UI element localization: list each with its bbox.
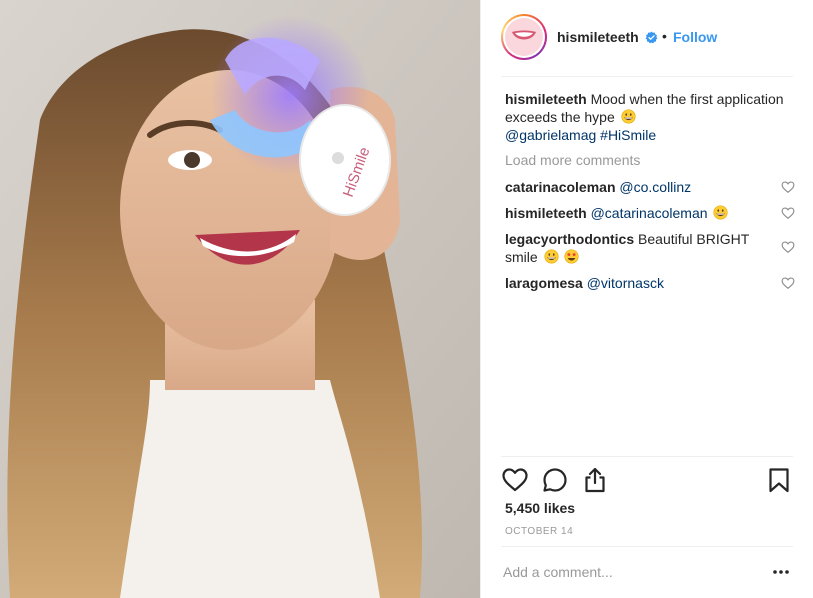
comment-like-heart-icon[interactable] [781,206,795,220]
grinning-emoji-icon [713,205,728,220]
comment-text[interactable]: @catarinacoleman [591,205,708,221]
load-more-comments-button[interactable]: Load more comments [505,152,795,170]
add-comment-divider [501,546,793,547]
post-header: hismileteeth • Follow [481,0,813,76]
grinning-emoji-icon [621,109,636,124]
actions-divider [501,456,793,457]
comment-item: catarinacoleman @co.collinz [505,178,795,196]
instagram-post: HiSmile hismileteeth • Follow hismiletee… [0,0,813,598]
comment-like-heart-icon[interactable] [781,240,795,254]
comment-like-heart-icon[interactable] [781,276,795,290]
header-username[interactable]: hismileteeth [557,29,639,45]
comment-username[interactable]: laragomesa [505,275,583,291]
follow-button[interactable]: Follow [673,29,717,45]
comment-item: laragomesa @vitornasck [505,274,795,292]
avatar[interactable] [501,14,547,60]
header-divider [501,76,793,77]
heart-icon[interactable] [501,466,529,494]
comment-username[interactable]: catarinacoleman [505,179,616,195]
comment-item: legacyorthodontics Beautiful BRIGHT smil… [505,230,795,266]
caption-username[interactable]: hismileteeth [505,91,587,107]
comment-like-heart-icon[interactable] [781,180,795,194]
more-options-icon[interactable] [771,562,791,582]
add-comment-input[interactable] [503,560,753,584]
post-photo[interactable]: HiSmile [0,0,480,598]
verified-badge-icon [645,31,658,44]
comment-text[interactable]: @co.collinz [619,179,691,195]
post-date[interactable]: OCTOBER 14 [505,526,573,537]
post-sidebar: hismileteeth • Follow hismileteeth Mood … [480,0,813,598]
comment-username[interactable]: hismileteeth [505,205,587,221]
likes-count[interactable]: 5,450 likes [505,500,575,516]
caption-hashtag[interactable]: #HiSmile [600,127,656,143]
caption-mention[interactable]: @gabrielamag [505,127,596,143]
bookmark-icon[interactable] [765,466,793,494]
comment-text[interactable]: @vitornasck [587,275,664,291]
comment-icon[interactable] [541,466,569,494]
grinning-emoji-icon [544,249,559,264]
share-icon[interactable] [581,466,609,494]
post-caption: hismileteeth Mood when the first applica… [505,90,795,144]
comment-item: hismileteeth @catarinacoleman [505,204,795,222]
post-photo-illustration: HiSmile [0,0,480,598]
header-separator: • [662,28,667,44]
star-struck-emoji-icon [564,249,580,264]
comments-section: hismileteeth Mood when the first applica… [505,90,795,292]
smile-logo-icon [512,30,536,40]
comment-username[interactable]: legacyorthodontics [505,231,634,247]
action-bar [501,464,793,496]
